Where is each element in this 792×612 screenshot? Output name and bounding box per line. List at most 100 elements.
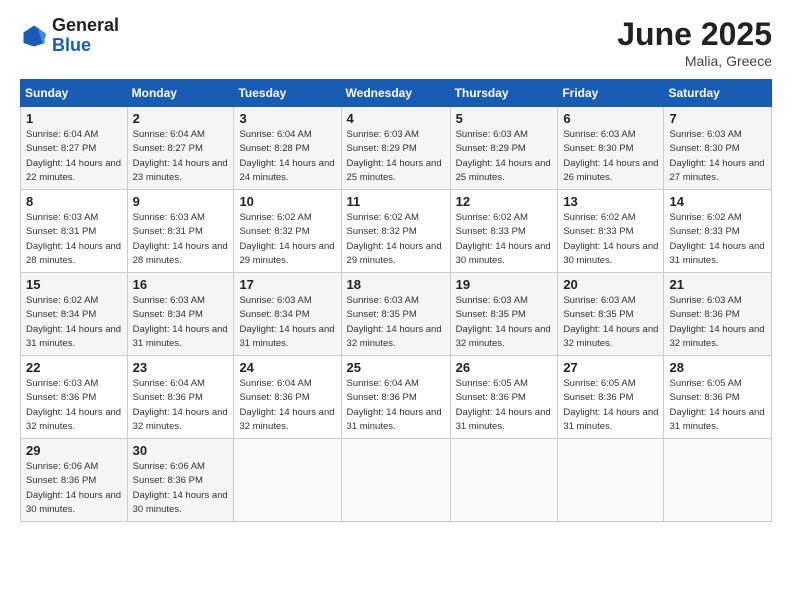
day-number: 17: [239, 277, 335, 292]
header-monday: Monday: [127, 80, 234, 107]
table-row: 30 Sunrise: 6:06 AM Sunset: 8:36 PM Dayl…: [127, 439, 234, 522]
day-number: 10: [239, 194, 335, 209]
day-number: 13: [563, 194, 658, 209]
day-number: 23: [133, 360, 229, 375]
table-row: 5 Sunrise: 6:03 AM Sunset: 8:29 PM Dayli…: [450, 107, 558, 190]
day-info: Sunrise: 6:03 AM Sunset: 8:29 PM Dayligh…: [347, 128, 445, 185]
day-number: 30: [133, 443, 229, 458]
table-row: 3 Sunrise: 6:04 AM Sunset: 8:28 PM Dayli…: [234, 107, 341, 190]
header-friday: Friday: [558, 80, 664, 107]
calendar-week-2: 8 Sunrise: 6:03 AM Sunset: 8:31 PM Dayli…: [21, 190, 772, 273]
day-number: 16: [133, 277, 229, 292]
day-number: 28: [669, 360, 766, 375]
day-number: 25: [347, 360, 445, 375]
table-row: 1 Sunrise: 6:04 AM Sunset: 8:27 PM Dayli…: [21, 107, 128, 190]
page: General Blue June 2025 Malia, Greece Sun…: [0, 0, 792, 612]
day-number: 18: [347, 277, 445, 292]
table-row: 8 Sunrise: 6:03 AM Sunset: 8:31 PM Dayli…: [21, 190, 128, 273]
day-number: 6: [563, 111, 658, 126]
logo-blue-text: Blue: [52, 35, 91, 55]
day-number: 3: [239, 111, 335, 126]
table-row: [234, 439, 341, 522]
table-row: [450, 439, 558, 522]
day-info: Sunrise: 6:04 AM Sunset: 8:28 PM Dayligh…: [239, 128, 335, 185]
day-info: Sunrise: 6:04 AM Sunset: 8:36 PM Dayligh…: [239, 377, 335, 434]
day-number: 5: [456, 111, 553, 126]
day-info: Sunrise: 6:03 AM Sunset: 8:31 PM Dayligh…: [26, 211, 122, 268]
day-info: Sunrise: 6:02 AM Sunset: 8:34 PM Dayligh…: [26, 294, 122, 351]
day-number: 8: [26, 194, 122, 209]
table-row: [558, 439, 664, 522]
table-row: 13 Sunrise: 6:02 AM Sunset: 8:33 PM Dayl…: [558, 190, 664, 273]
table-row: 19 Sunrise: 6:03 AM Sunset: 8:35 PM Dayl…: [450, 273, 558, 356]
day-info: Sunrise: 6:03 AM Sunset: 8:36 PM Dayligh…: [669, 294, 766, 351]
day-number: 1: [26, 111, 122, 126]
day-info: Sunrise: 6:04 AM Sunset: 8:27 PM Dayligh…: [133, 128, 229, 185]
table-row: 17 Sunrise: 6:03 AM Sunset: 8:34 PM Dayl…: [234, 273, 341, 356]
calendar-week-4: 22 Sunrise: 6:03 AM Sunset: 8:36 PM Dayl…: [21, 356, 772, 439]
table-row: 25 Sunrise: 6:04 AM Sunset: 8:36 PM Dayl…: [341, 356, 450, 439]
day-number: 21: [669, 277, 766, 292]
day-info: Sunrise: 6:06 AM Sunset: 8:36 PM Dayligh…: [26, 460, 122, 517]
calendar-week-5: 29 Sunrise: 6:06 AM Sunset: 8:36 PM Dayl…: [21, 439, 772, 522]
day-info: Sunrise: 6:05 AM Sunset: 8:36 PM Dayligh…: [669, 377, 766, 434]
weekday-header-row: Sunday Monday Tuesday Wednesday Thursday…: [21, 80, 772, 107]
day-info: Sunrise: 6:03 AM Sunset: 8:35 PM Dayligh…: [347, 294, 445, 351]
day-info: Sunrise: 6:04 AM Sunset: 8:36 PM Dayligh…: [347, 377, 445, 434]
table-row: 18 Sunrise: 6:03 AM Sunset: 8:35 PM Dayl…: [341, 273, 450, 356]
day-info: Sunrise: 6:03 AM Sunset: 8:35 PM Dayligh…: [563, 294, 658, 351]
day-number: 27: [563, 360, 658, 375]
table-row: 29 Sunrise: 6:06 AM Sunset: 8:36 PM Dayl…: [21, 439, 128, 522]
calendar-week-1: 1 Sunrise: 6:04 AM Sunset: 8:27 PM Dayli…: [21, 107, 772, 190]
header-tuesday: Tuesday: [234, 80, 341, 107]
day-number: 24: [239, 360, 335, 375]
table-row: 24 Sunrise: 6:04 AM Sunset: 8:36 PM Dayl…: [234, 356, 341, 439]
day-number: 2: [133, 111, 229, 126]
table-row: 2 Sunrise: 6:04 AM Sunset: 8:27 PM Dayli…: [127, 107, 234, 190]
calendar-table: Sunday Monday Tuesday Wednesday Thursday…: [20, 79, 772, 522]
day-number: 12: [456, 194, 553, 209]
header: General Blue June 2025 Malia, Greece: [20, 16, 772, 69]
table-row: 15 Sunrise: 6:02 AM Sunset: 8:34 PM Dayl…: [21, 273, 128, 356]
table-row: 7 Sunrise: 6:03 AM Sunset: 8:30 PM Dayli…: [664, 107, 772, 190]
table-row: 20 Sunrise: 6:03 AM Sunset: 8:35 PM Dayl…: [558, 273, 664, 356]
table-row: 10 Sunrise: 6:02 AM Sunset: 8:32 PM Dayl…: [234, 190, 341, 273]
logo: General Blue: [20, 16, 119, 56]
day-info: Sunrise: 6:03 AM Sunset: 8:34 PM Dayligh…: [133, 294, 229, 351]
day-info: Sunrise: 6:03 AM Sunset: 8:36 PM Dayligh…: [26, 377, 122, 434]
month-title: June 2025: [617, 16, 772, 53]
table-row: 26 Sunrise: 6:05 AM Sunset: 8:36 PM Dayl…: [450, 356, 558, 439]
table-row: 16 Sunrise: 6:03 AM Sunset: 8:34 PM Dayl…: [127, 273, 234, 356]
day-number: 26: [456, 360, 553, 375]
day-number: 15: [26, 277, 122, 292]
header-sunday: Sunday: [21, 80, 128, 107]
day-number: 14: [669, 194, 766, 209]
table-row: 12 Sunrise: 6:02 AM Sunset: 8:33 PM Dayl…: [450, 190, 558, 273]
day-number: 20: [563, 277, 658, 292]
day-number: 9: [133, 194, 229, 209]
day-info: Sunrise: 6:02 AM Sunset: 8:33 PM Dayligh…: [563, 211, 658, 268]
day-info: Sunrise: 6:03 AM Sunset: 8:34 PM Dayligh…: [239, 294, 335, 351]
day-number: 11: [347, 194, 445, 209]
day-number: 7: [669, 111, 766, 126]
table-row: 21 Sunrise: 6:03 AM Sunset: 8:36 PM Dayl…: [664, 273, 772, 356]
day-info: Sunrise: 6:02 AM Sunset: 8:33 PM Dayligh…: [456, 211, 553, 268]
table-row: 27 Sunrise: 6:05 AM Sunset: 8:36 PM Dayl…: [558, 356, 664, 439]
day-info: Sunrise: 6:06 AM Sunset: 8:36 PM Dayligh…: [133, 460, 229, 517]
calendar-week-3: 15 Sunrise: 6:02 AM Sunset: 8:34 PM Dayl…: [21, 273, 772, 356]
day-number: 22: [26, 360, 122, 375]
day-number: 19: [456, 277, 553, 292]
table-row: 22 Sunrise: 6:03 AM Sunset: 8:36 PM Dayl…: [21, 356, 128, 439]
table-row: [664, 439, 772, 522]
logo-text: General Blue: [52, 16, 119, 56]
day-number: 29: [26, 443, 122, 458]
location-subtitle: Malia, Greece: [617, 53, 772, 69]
table-row: [341, 439, 450, 522]
day-info: Sunrise: 6:02 AM Sunset: 8:32 PM Dayligh…: [239, 211, 335, 268]
table-row: 14 Sunrise: 6:02 AM Sunset: 8:33 PM Dayl…: [664, 190, 772, 273]
header-saturday: Saturday: [664, 80, 772, 107]
day-info: Sunrise: 6:03 AM Sunset: 8:31 PM Dayligh…: [133, 211, 229, 268]
day-number: 4: [347, 111, 445, 126]
day-info: Sunrise: 6:05 AM Sunset: 8:36 PM Dayligh…: [563, 377, 658, 434]
table-row: 23 Sunrise: 6:04 AM Sunset: 8:36 PM Dayl…: [127, 356, 234, 439]
